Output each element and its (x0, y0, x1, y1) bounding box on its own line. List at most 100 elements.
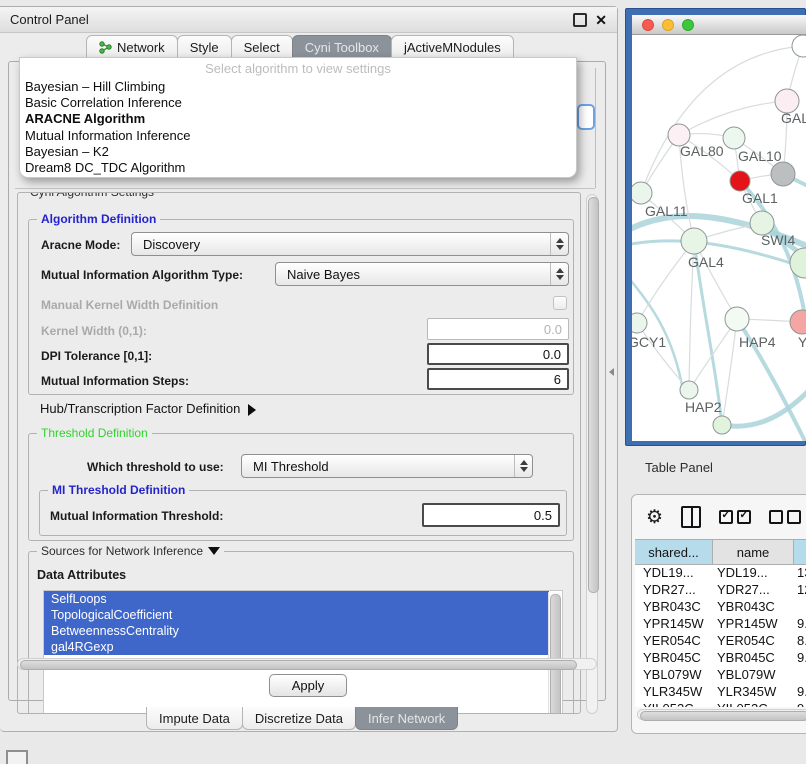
tab-infer-network[interactable]: Infer Network (355, 707, 458, 730)
hub-definition-expander[interactable]: Hub/Transcription Factor Definition (40, 401, 256, 416)
tab-discretize-data[interactable]: Discretize Data (242, 707, 356, 730)
apply-button[interactable]: Apply (269, 674, 347, 697)
table-body: YDL19...YDL19...13YDR27...YDR27...12YBR0… (635, 565, 806, 707)
table-cell: YBL079W (717, 667, 794, 682)
algorithm-option[interactable]: Bayesian – K2 (20, 144, 576, 160)
network-node-gcy1[interactable] (632, 313, 647, 333)
scrollbar-thumb[interactable] (588, 197, 599, 593)
table-row[interactable]: YLR345WYLR345W9. (635, 684, 806, 701)
network-view-frame[interactable]: GALGAL80GAL10GAL1GAL11SWI4GAL4GCY1HAP4YH… (625, 8, 806, 446)
table-row[interactable]: YIL052CYIL052C9. (635, 701, 806, 707)
control-panel-bottom-tabs: Impute DataDiscretize DataInfer Network (146, 707, 457, 730)
scrollbar-thumb[interactable] (640, 711, 806, 721)
network-node-gal11[interactable] (632, 182, 652, 204)
minimize-button[interactable] (662, 19, 674, 31)
node-label: SWI4 (761, 232, 795, 248)
attribute-item[interactable]: BetweennessCentrality (44, 623, 549, 639)
table-row[interactable]: YBL079WYBL079W (635, 667, 806, 684)
float-icon[interactable] (573, 13, 587, 27)
control-panel-window: Control Panel ✕ NetworkStyleSelectCyni T… (0, 6, 618, 732)
select-all-columns-icon[interactable] (719, 510, 751, 524)
table-horizontal-scrollbar[interactable] (637, 709, 806, 720)
table-row[interactable]: YER054CYER054C8. (635, 633, 806, 650)
mi-algorithm-type-combo[interactable]: Naive Bayes (275, 262, 569, 286)
table-row[interactable]: YPR145WYPR145W9. (635, 616, 806, 633)
network-canvas[interactable]: GALGAL80GAL10GAL1GAL11SWI4GAL4GCY1HAP4YH… (632, 35, 806, 441)
zoom-button[interactable] (682, 19, 694, 31)
split-columns-icon[interactable] (681, 506, 701, 528)
dpi-tolerance-field[interactable]: 0.0 (427, 343, 569, 365)
settings-horizontal-scrollbar[interactable] (17, 658, 597, 670)
tab-jactivemnodules[interactable]: jActiveMNodules (391, 35, 514, 58)
network-node-gal4[interactable] (681, 228, 707, 254)
mutual-information-threshold-field[interactable]: 0.5 (422, 503, 560, 527)
tab-select[interactable]: Select (231, 35, 293, 58)
unselect-all-columns-icon[interactable] (769, 510, 801, 524)
combo-stepper-icon[interactable] (514, 455, 532, 477)
table-row[interactable]: YBR043CYBR043C (635, 599, 806, 616)
table-cell: YIL052C (717, 701, 794, 707)
algorithm-option[interactable]: Basic Correlation Inference (20, 95, 576, 111)
algorithm-option[interactable]: Dream8 DC_TDC Algorithm (20, 160, 576, 176)
table-cell: YIL052C (643, 701, 717, 707)
column-header-1[interactable]: shared... (635, 539, 713, 565)
which-threshold-combo[interactable]: MI Threshold (241, 454, 533, 478)
tab-style[interactable]: Style (177, 35, 232, 58)
algorithm-option[interactable]: Mutual Information Inference (20, 128, 576, 144)
tab-impute-data[interactable]: Impute Data (146, 707, 243, 730)
network-node-hap4[interactable] (725, 307, 749, 331)
manual-kernel-width-checkbox[interactable] (553, 296, 567, 310)
network-node-hap2[interactable] (680, 381, 698, 399)
attribute-item[interactable]: SelfLoops (44, 591, 549, 607)
control-panel-titlebar: Control Panel ✕ (0, 7, 617, 33)
hidden-group-border (595, 68, 596, 188)
close-button[interactable] (642, 19, 654, 31)
scrollbar-thumb[interactable] (20, 660, 577, 670)
kernel-width-label: Kernel Width (0,1): (41, 324, 147, 338)
collapse-arrow-icon[interactable] (208, 547, 220, 555)
close-icon[interactable]: ✕ (595, 15, 607, 25)
cyni-toolbox-panel: Select algorithm to view settings Bayesi… (8, 61, 606, 701)
node-label: GAL80 (680, 143, 724, 159)
mi-algorithm-type-label: Mutual Information Algorithm Type: (41, 268, 243, 282)
attribute-item[interactable]: TopologicalCoefficient (44, 607, 549, 623)
network-node[interactable] (771, 162, 795, 186)
hidden-group-border-bottom (15, 188, 595, 189)
column-header-3[interactable]: A (794, 539, 806, 565)
network-node[interactable] (790, 248, 806, 278)
column-header-2[interactable]: name (713, 539, 794, 565)
table-cell: YBR045C (717, 650, 794, 665)
scrollbar-thumb[interactable] (550, 594, 561, 714)
kernel-width-field[interactable]: 0.0 (427, 318, 569, 340)
network-node-gal10[interactable] (723, 127, 745, 149)
attributes-list-scrollbar[interactable] (548, 592, 561, 714)
which-threshold-label: Which threshold to use: (87, 460, 224, 474)
table-cell: 9. (797, 616, 806, 631)
table-row[interactable]: YBR045CYBR045C9. (635, 650, 806, 667)
aracne-mode-combo[interactable]: Discovery (131, 232, 569, 256)
tab-cyni-toolbox[interactable]: Cyni Toolbox (292, 35, 392, 58)
window-title: Control Panel (10, 12, 89, 27)
table-row[interactable]: YDR27...YDR27...12 (635, 582, 806, 599)
combo-stepper-icon[interactable] (550, 263, 568, 285)
mi-steps-field[interactable]: 6 (427, 368, 569, 390)
combo-stepper-icon[interactable] (550, 233, 568, 255)
algorithm-option[interactable]: ARACNE Algorithm (20, 111, 576, 127)
network-node[interactable] (792, 35, 806, 57)
algorithm-option[interactable]: Bayesian – Hill Climbing (20, 79, 576, 95)
table-cell: YER054C (643, 633, 717, 648)
settings-vertical-scrollbar[interactable] (586, 194, 598, 714)
splitter-collapse-icon[interactable] (609, 368, 614, 376)
tab-network[interactable]: Network (86, 35, 178, 58)
table-row[interactable]: YDL19...YDL19...13 (635, 565, 806, 582)
network-window-titlebar (632, 15, 806, 35)
sources-legend: Sources for Network Inference (37, 544, 224, 558)
network-node[interactable] (713, 416, 731, 434)
gear-icon[interactable]: ⚙ (646, 508, 663, 527)
node-label: HAP2 (685, 399, 722, 415)
network-node-y[interactable] (790, 310, 806, 334)
attribute-item[interactable]: gal4RGexp (44, 639, 549, 655)
table-cell: YDL19... (717, 565, 794, 580)
hidden-combo-fragment (577, 104, 595, 130)
network-node-gal1[interactable] (730, 171, 750, 191)
